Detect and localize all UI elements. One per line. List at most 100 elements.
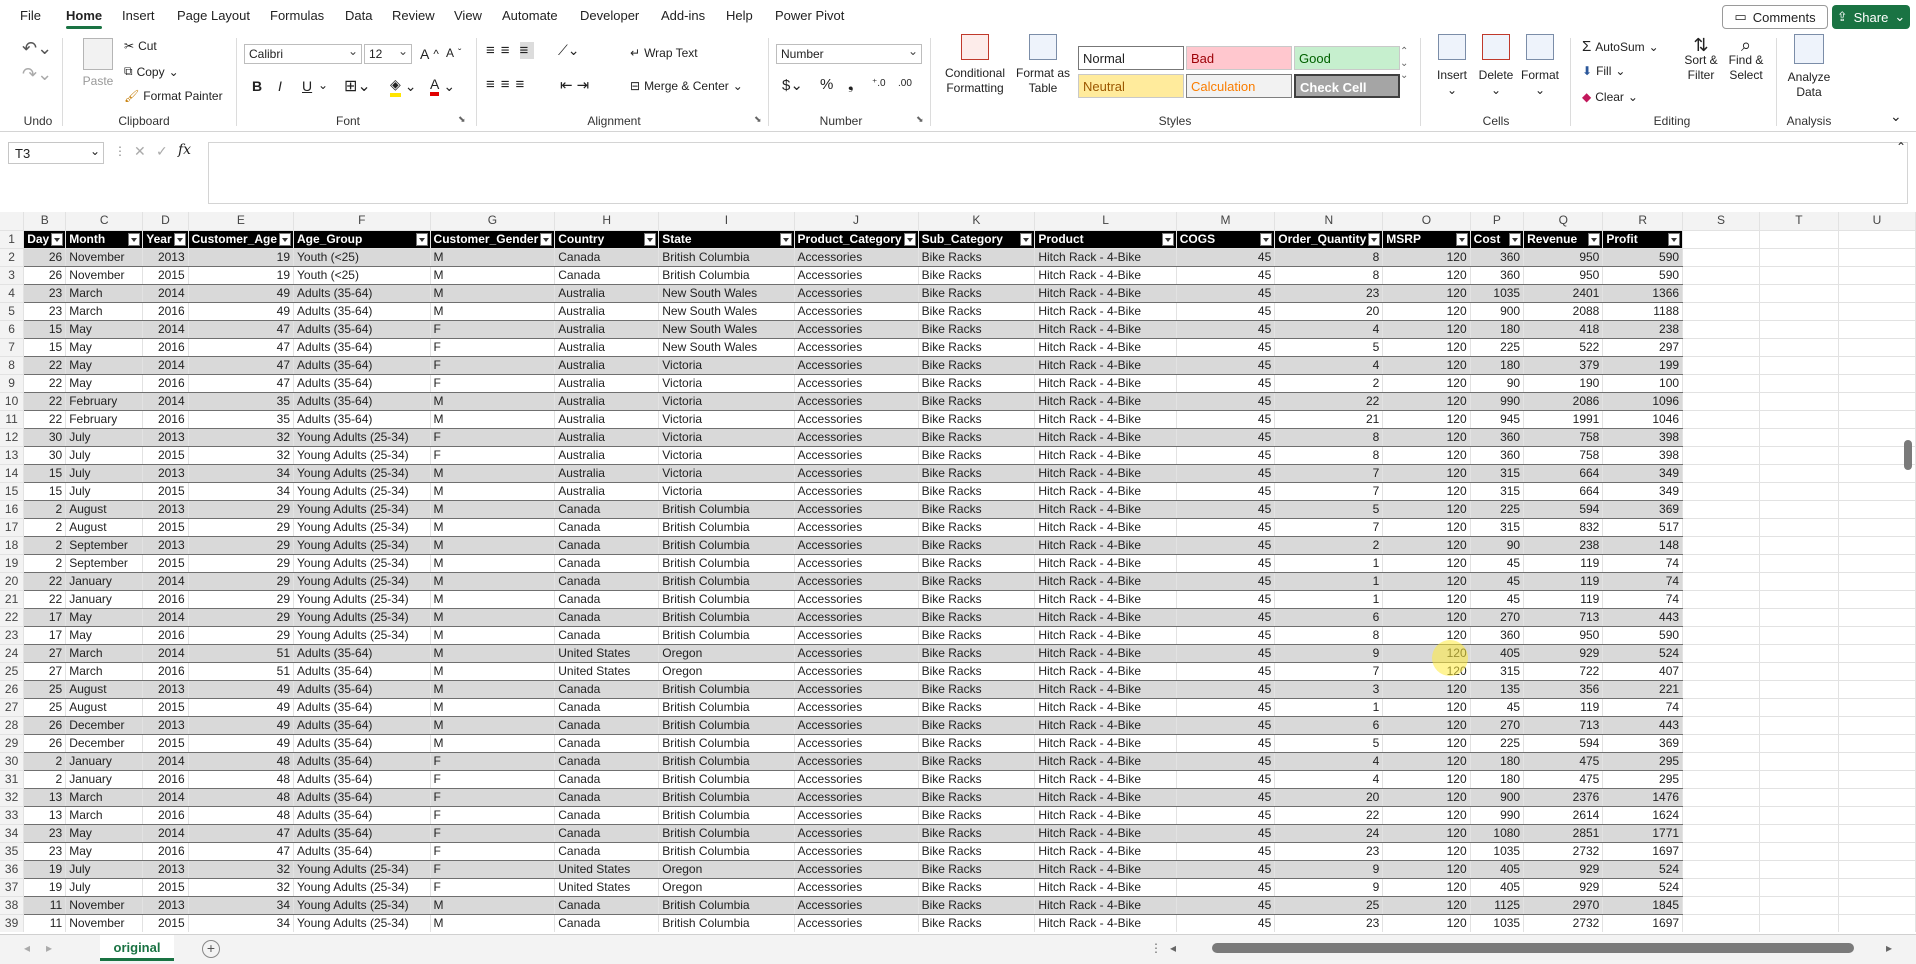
cell[interactable]: 120	[1382, 878, 1471, 897]
empty-cell[interactable]	[1682, 806, 1761, 825]
cell[interactable]: February	[65, 392, 144, 411]
percent-icon[interactable]: %	[820, 76, 833, 93]
empty-cell[interactable]	[1838, 536, 1916, 555]
cell[interactable]: Hitch Rack - 4-Bike	[1034, 446, 1177, 465]
cell[interactable]: Youth (<25)	[293, 248, 431, 267]
cell[interactable]: Accessories	[794, 590, 919, 609]
cell[interactable]: M	[430, 590, 556, 609]
tab-review[interactable]: Review	[392, 8, 435, 23]
row-header[interactable]: 16	[0, 500, 25, 519]
cell[interactable]: 15	[23, 464, 67, 483]
cell[interactable]: United States	[554, 860, 660, 879]
cell[interactable]: 26	[23, 734, 67, 753]
empty-cell[interactable]	[1759, 608, 1839, 627]
cell[interactable]: 45	[1176, 662, 1276, 681]
cell[interactable]: 48	[188, 806, 295, 825]
empty-cell[interactable]	[1838, 860, 1916, 879]
row-header[interactable]: 15	[0, 482, 25, 501]
column-header[interactable]: D	[142, 212, 189, 231]
cell[interactable]: 950	[1523, 626, 1604, 645]
cell[interactable]: Hitch Rack - 4-Bike	[1034, 626, 1177, 645]
cell[interactable]: 45	[1176, 302, 1276, 321]
cell[interactable]: Accessories	[794, 518, 919, 537]
insert-function-button[interactable]: fx	[178, 142, 191, 158]
cell[interactable]: 45	[1176, 806, 1276, 825]
cell[interactable]: M	[430, 626, 556, 645]
empty-cell[interactable]	[1759, 518, 1839, 537]
empty-cell[interactable]	[1759, 860, 1839, 879]
cell[interactable]: 1080	[1470, 824, 1525, 843]
empty-cell[interactable]	[1759, 698, 1839, 717]
cell[interactable]: Bike Racks	[918, 410, 1036, 429]
cell[interactable]: Youth (<25)	[293, 266, 431, 285]
undo-icon[interactable]: ↶⌄	[22, 38, 52, 59]
cell[interactable]: 1188	[1602, 302, 1684, 321]
cell[interactable]: 2014	[142, 752, 189, 771]
cell[interactable]: 119	[1523, 698, 1604, 717]
cell[interactable]: 29	[188, 518, 295, 537]
cell[interactable]: 524	[1602, 878, 1684, 897]
empty-cell[interactable]	[1759, 374, 1839, 393]
cell[interactable]: 2013	[142, 536, 189, 555]
cell[interactable]: Hitch Rack - 4-Bike	[1034, 698, 1177, 717]
cell[interactable]: 120	[1382, 842, 1471, 861]
column-header[interactable]: T	[1759, 212, 1839, 231]
select-all-corner[interactable]	[0, 212, 25, 231]
row-header[interactable]: 24	[0, 644, 25, 663]
cell[interactable]: 120	[1382, 536, 1471, 555]
empty-cell[interactable]	[1682, 248, 1761, 267]
filter-dropdown-icon[interactable]	[779, 232, 792, 246]
cell[interactable]: November	[65, 248, 144, 267]
cell[interactable]: 2014	[142, 284, 189, 303]
row-header[interactable]: 10	[0, 392, 25, 411]
decrease-decimal-icon[interactable]: .00	[898, 78, 912, 89]
vertical-scrollbar[interactable]	[1904, 440, 1912, 470]
cell[interactable]: 45	[1176, 626, 1276, 645]
cell[interactable]: M	[430, 536, 556, 555]
cell[interactable]: Adults (35-64)	[293, 392, 431, 411]
redo-icon[interactable]: ↷⌄	[22, 64, 52, 85]
cell[interactable]: Bike Racks	[918, 752, 1036, 771]
empty-cell[interactable]	[1838, 392, 1916, 411]
empty-cell[interactable]	[1682, 500, 1761, 519]
cell[interactable]: 25	[1274, 896, 1384, 915]
cell[interactable]: M	[430, 644, 556, 663]
cell[interactable]: 34	[188, 896, 295, 915]
cell[interactable]: 45	[1176, 284, 1276, 303]
cell[interactable]: United States	[554, 644, 660, 663]
cell[interactable]: M	[430, 554, 556, 573]
filter-dropdown-icon[interactable]	[1668, 232, 1681, 246]
cell[interactable]: 8	[1274, 446, 1384, 465]
cell[interactable]: 8	[1274, 266, 1384, 285]
cell[interactable]: 120	[1382, 734, 1471, 753]
filter-dropdown-icon[interactable]	[1455, 232, 1468, 246]
cell[interactable]: New South Wales	[658, 338, 795, 357]
cell[interactable]: 475	[1523, 752, 1604, 771]
cell[interactable]: Bike Racks	[918, 338, 1036, 357]
empty-cell[interactable]	[1838, 788, 1916, 807]
cell[interactable]: Hitch Rack - 4-Bike	[1034, 644, 1177, 663]
cell[interactable]: Bike Racks	[918, 392, 1036, 411]
cell[interactable]: 2013	[142, 464, 189, 483]
cell[interactable]: Canada	[554, 590, 660, 609]
cell[interactable]: Bike Racks	[918, 806, 1036, 825]
cell[interactable]: New South Wales	[658, 302, 795, 321]
cell[interactable]: M	[430, 734, 556, 753]
share-button[interactable]: ⇪ Share ⌄	[1832, 5, 1910, 29]
cell[interactable]: 2015	[142, 482, 189, 501]
empty-cell[interactable]	[1759, 536, 1839, 555]
cell[interactable]: 32	[188, 878, 295, 897]
cell[interactable]: Bike Racks	[918, 626, 1036, 645]
cell[interactable]: 34	[188, 464, 295, 483]
cell[interactable]: 2	[23, 770, 67, 789]
cell[interactable]: 4	[1274, 770, 1384, 789]
cell[interactable]: 120	[1382, 446, 1471, 465]
empty-cell[interactable]	[1682, 842, 1761, 861]
cell[interactable]: Bike Racks	[918, 590, 1036, 609]
column-header[interactable]: M	[1176, 212, 1276, 231]
cell[interactable]: M	[430, 410, 556, 429]
empty-cell[interactable]	[1759, 482, 1839, 501]
cell[interactable]: 21	[1274, 410, 1384, 429]
cell[interactable]: 120	[1382, 824, 1471, 843]
cell[interactable]: 120	[1382, 590, 1471, 609]
